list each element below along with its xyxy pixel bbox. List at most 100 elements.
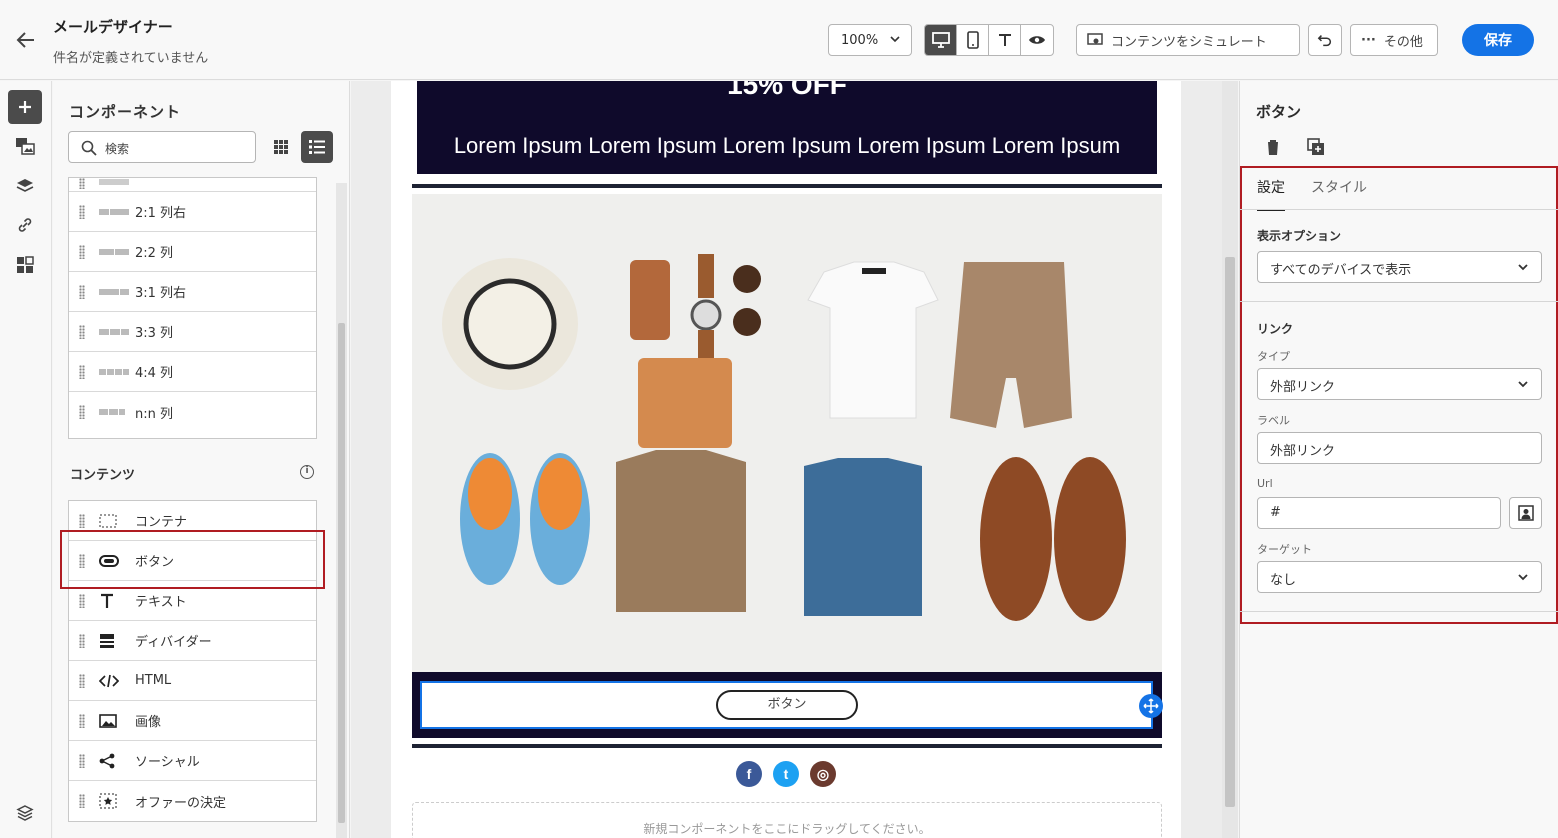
scrollbar-thumb[interactable] [338, 323, 345, 823]
structure-item[interactable]: 2:2 列 [69, 232, 316, 272]
mobile-icon [966, 31, 979, 49]
image-icon [99, 713, 129, 728]
undo-button[interactable] [1308, 24, 1342, 56]
url-label: Url [1257, 477, 1273, 490]
drag-handle-icon [79, 178, 85, 189]
content-item-social[interactable]: ソーシャル [69, 741, 316, 781]
links-button[interactable] [8, 208, 42, 242]
divider[interactable] [412, 744, 1162, 748]
content-item-divider[interactable]: ディバイダー [69, 621, 316, 661]
button-component-row[interactable]: ボタン [412, 672, 1162, 738]
url-input[interactable]: # [1257, 497, 1501, 529]
drag-handle-icon [79, 405, 85, 419]
personalize-button[interactable] [1509, 497, 1542, 529]
structure-item[interactable]: 2:1 列右 [69, 192, 316, 232]
back-arrow-icon[interactable] [14, 28, 38, 52]
personalize-icon [1517, 505, 1534, 521]
desktop-icon [931, 32, 950, 48]
instagram-icon[interactable]: ◎ [810, 761, 836, 787]
save-button[interactable]: 保存 [1462, 24, 1534, 56]
canvas-scrollbar[interactable] [1222, 81, 1238, 838]
desktop-view-button[interactable] [925, 25, 957, 55]
structure-item[interactable]: n:n 列 [69, 392, 316, 432]
duplicate-icon[interactable] [1307, 138, 1325, 160]
fragments-icon [17, 256, 34, 273]
move-handle-icon[interactable] [1139, 694, 1163, 718]
drag-handle-icon [79, 673, 85, 688]
assets-button[interactable] [8, 129, 42, 163]
display-options-label: 表示オプション [1257, 229, 1342, 243]
navigation-tree-button[interactable] [8, 796, 42, 830]
zoom-value: 100% [841, 33, 879, 48]
content-item-image[interactable]: 画像 [69, 701, 316, 741]
selected-button-block[interactable]: ボタン [420, 681, 1153, 729]
undo-icon [1317, 35, 1332, 47]
list-view-button[interactable] [301, 131, 333, 163]
more-button[interactable]: ··· その他 [1350, 24, 1438, 56]
link-label-input[interactable]: 外部リンク [1257, 432, 1542, 464]
add-components-button[interactable] [8, 90, 42, 124]
search-input[interactable]: 検索 [68, 131, 256, 163]
facebook-icon[interactable]: f [736, 761, 762, 787]
content-item-html[interactable]: HTML [69, 661, 316, 701]
display-options-value: すべてのデバイスで表示 [1270, 263, 1412, 278]
link-type-value: 外部リンク [1270, 380, 1336, 395]
tab-style[interactable]: スタイル [1311, 177, 1367, 211]
target-label: ターゲット [1257, 543, 1312, 556]
grid-view-button[interactable] [265, 131, 297, 163]
drag-handle-icon [79, 513, 85, 528]
assets-icon [16, 138, 35, 155]
structure-list: 2:1 列右 2:2 列 3:1 列右 3:3 列 4:4 列 n:n 列 [68, 177, 317, 439]
tab-settings[interactable]: 設定 [1257, 177, 1285, 211]
simulate-content-button[interactable]: コンテンツをシミュレート [1076, 24, 1300, 56]
label-field-label: ラベル [1257, 414, 1290, 427]
properties-panel: ボタン 設定 スタイル 表示オプション すべてのデバイスで表示 リンク タイプ … [1239, 81, 1558, 838]
components-title: コンポーネント [69, 103, 182, 121]
content-item-offer[interactable]: オファーの決定 [69, 781, 316, 821]
plus-icon [19, 101, 31, 113]
layout-3-3-icon [99, 328, 129, 335]
link-type-select[interactable]: 外部リンク [1257, 368, 1542, 400]
structure-item[interactable]: 4:4 列 [69, 352, 316, 392]
panel-scrollbar[interactable] [336, 183, 347, 838]
layout-1-2-icon [99, 178, 129, 185]
content-label: ソーシャル [135, 755, 200, 770]
promo-banner[interactable]: 15% OFF Lorem Ipsum Lorem Ipsum Lorem Ip… [417, 81, 1157, 174]
link-label-value: 外部リンク [1270, 444, 1336, 459]
components-panel: コンポーネント 検索 2:1 列右 2:2 列 3:1 列右 3:3 列 4:4 列 n:… [53, 81, 350, 838]
trash-icon[interactable] [1265, 138, 1281, 160]
list-icon [309, 140, 325, 154]
target-select[interactable]: なし [1257, 561, 1542, 593]
list-item[interactable] [69, 178, 316, 192]
search-icon [81, 140, 97, 156]
drag-handle-icon [79, 713, 85, 728]
layers-button[interactable] [8, 169, 42, 203]
chevron-down-icon [1517, 378, 1529, 394]
divider [1240, 209, 1558, 210]
layout-2-1-icon [99, 208, 129, 215]
divider [1240, 301, 1558, 302]
layout-n-n-icon [99, 409, 129, 415]
twitter-icon[interactable]: t [773, 761, 799, 787]
offer-icon [99, 793, 129, 809]
text-view-button[interactable] [989, 25, 1021, 55]
container-icon [99, 514, 129, 528]
email-canvas: 15% OFF Lorem Ipsum Lorem Ipsum Lorem Ip… [351, 81, 1238, 838]
structure-item[interactable]: 3:1 列右 [69, 272, 316, 312]
preview-button[interactable] [1021, 25, 1053, 55]
settings-tabs: 設定 スタイル [1257, 177, 1367, 211]
scrollbar-thumb[interactable] [1225, 257, 1235, 807]
drop-zone[interactable]: 新規コンポーネントをここにドラッグしてください。 [412, 802, 1162, 838]
divider[interactable] [412, 184, 1162, 188]
structure-item[interactable]: 3:3 列 [69, 312, 316, 352]
info-icon[interactable]: i [300, 465, 314, 479]
more-label: その他 [1383, 34, 1423, 50]
fragments-button[interactable] [8, 248, 42, 282]
mobile-view-button[interactable] [957, 25, 989, 55]
zoom-select[interactable]: 100% [828, 24, 912, 56]
display-options-select[interactable]: すべてのデバイスで表示 [1257, 251, 1542, 283]
grid-icon [274, 140, 288, 154]
content-label: コンテナ [135, 515, 188, 530]
email-button[interactable]: ボタン [716, 690, 858, 720]
product-image[interactable]: T▾ ≡▾ ☰▾ H▾ 16px ▾ T▾ ⛓▾ ▣ ⬚ </> ▦ ⧉ 🗑 [412, 194, 1162, 672]
